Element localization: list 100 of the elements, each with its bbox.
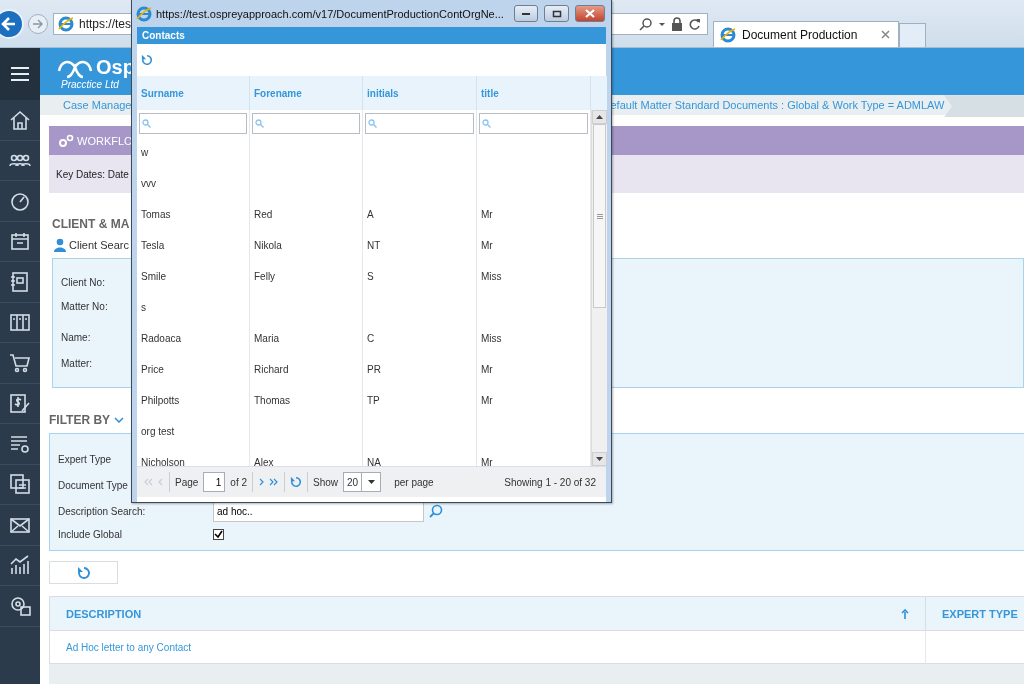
sort-up-icon <box>901 608 909 619</box>
table-cell: Tesla <box>141 240 165 251</box>
table-cell: org test <box>141 426 175 437</box>
search-icon[interactable] <box>639 16 653 31</box>
table-cell: Mr <box>481 209 493 220</box>
tab-title: Document Production <box>742 27 859 42</box>
table-cell: Mr <box>481 364 493 375</box>
browser-tab[interactable]: Document Production <box>713 21 899 47</box>
filter-field[interactable] <box>139 113 247 134</box>
table-cell: Mr <box>481 457 493 466</box>
breadcrumb-link[interactable]: Case Manage <box>63 99 132 112</box>
table-cell: s <box>141 302 146 313</box>
show-label: Show <box>313 476 339 488</box>
back-button[interactable] <box>0 8 24 39</box>
chart-icon[interactable] <box>9 554 31 577</box>
refresh-icon[interactable] <box>141 54 153 66</box>
minimize-button[interactable] <box>513 5 539 22</box>
table-cell: Tomas <box>141 209 171 220</box>
person-icon <box>54 238 66 252</box>
table-cell: Miss <box>481 271 502 282</box>
invoice-icon[interactable] <box>9 392 31 415</box>
filter-label: Document Type <box>58 480 128 491</box>
page-size-select[interactable]: 20 <box>343 472 382 492</box>
key-dates-label: Key Dates: Date <box>56 168 129 180</box>
table-cell: vvv <box>141 178 156 189</box>
filter-field[interactable] <box>252 113 360 134</box>
book-icon[interactable] <box>9 311 31 334</box>
column-header[interactable]: EXPERT TYPE <box>925 597 1024 631</box>
browser-logo-icon <box>58 15 74 32</box>
maximize-button[interactable] <box>544 5 569 22</box>
window-title: https://test.ospreyapproach.com/v17/DocumentProductionContOrgNe... <box>156 7 504 20</box>
column-header[interactable]: title <box>477 76 591 110</box>
close-icon <box>584 9 595 18</box>
close-button[interactable] <box>574 5 605 22</box>
close-icon[interactable] <box>881 30 890 39</box>
field-label: Matter: <box>61 358 93 369</box>
search-icon[interactable] <box>429 504 443 518</box>
filter-label: Include Global <box>58 529 122 540</box>
filter-field[interactable] <box>365 113 474 134</box>
table-cell: A <box>367 209 374 220</box>
page-count: of 2 <box>230 476 248 488</box>
column-header[interactable]: DESCRIPTION <box>49 597 925 631</box>
panel-title: Contacts <box>137 27 606 44</box>
settings-icon[interactable] <box>9 594 31 617</box>
table-cell: Thomas <box>254 395 291 406</box>
back-arrow-icon <box>0 14 18 33</box>
lock-icon[interactable] <box>671 16 683 31</box>
table-cell: NT <box>367 240 381 251</box>
table-cell: S <box>367 271 374 282</box>
calendar-icon[interactable] <box>9 230 31 253</box>
notebook-icon[interactable] <box>9 270 31 293</box>
browser-logo-icon <box>720 26 736 43</box>
table-cell: Philpotts <box>141 395 180 406</box>
results-summary: Showing 1 - 20 of 32 <box>504 476 596 488</box>
search-icon <box>255 119 264 128</box>
gears-icon <box>58 133 74 148</box>
table-cell: Mr <box>481 395 493 406</box>
chevron-down-icon[interactable] <box>114 417 125 423</box>
filter-field[interactable] <box>479 113 588 134</box>
table-cell: w <box>141 147 149 158</box>
field-label: Name: <box>61 332 91 343</box>
refresh-icon <box>76 565 91 580</box>
table-cell: Nicholson <box>141 457 185 466</box>
copy-icon[interactable] <box>9 473 31 496</box>
table-cell: PR <box>367 364 381 375</box>
document-link[interactable]: Ad Hoc letter to any Contact <box>66 641 192 653</box>
page-label: Page <box>175 476 199 488</box>
scrollbar[interactable] <box>591 110 607 466</box>
checkbox[interactable] <box>213 528 224 540</box>
section-heading: FILTER BY <box>49 413 111 427</box>
search-icon <box>482 119 491 128</box>
table-cell: Richard <box>254 364 289 375</box>
last-page-icon[interactable] <box>269 478 280 486</box>
maximize-icon <box>551 9 562 18</box>
filter-label: Expert Type <box>58 454 112 465</box>
page-field[interactable]: 1 <box>203 472 226 492</box>
column-header[interactable]: Forename <box>250 76 363 110</box>
column-header[interactable]: Surname <box>137 76 250 110</box>
field-label: Client No: <box>61 277 105 288</box>
table-cell: Nikola <box>254 240 282 251</box>
next-page-icon[interactable] <box>258 478 265 486</box>
scroll-down-icon <box>596 457 603 461</box>
client-search-link[interactable]: Client Searc <box>54 238 129 252</box>
search-icon <box>368 119 377 128</box>
table-cell: Mr <box>481 240 493 251</box>
table-cell: NA <box>367 457 381 466</box>
refresh-icon[interactable] <box>688 16 701 31</box>
cart-icon[interactable] <box>9 351 31 374</box>
forward-arrow-icon <box>32 17 44 30</box>
table-cell: C <box>367 333 375 344</box>
home-icon[interactable] <box>9 108 31 131</box>
table-cell: Price <box>141 364 164 375</box>
column-header[interactable]: initials <box>363 76 477 110</box>
refresh-button[interactable] <box>49 561 118 584</box>
menu-icon[interactable] <box>11 67 29 81</box>
table-cell: Miss <box>481 333 502 344</box>
refresh-icon[interactable] <box>290 476 303 488</box>
workflow-title: WORKFLO <box>77 134 133 147</box>
table-cell: Smile <box>141 271 166 282</box>
per-page-label: per page <box>394 476 434 488</box>
